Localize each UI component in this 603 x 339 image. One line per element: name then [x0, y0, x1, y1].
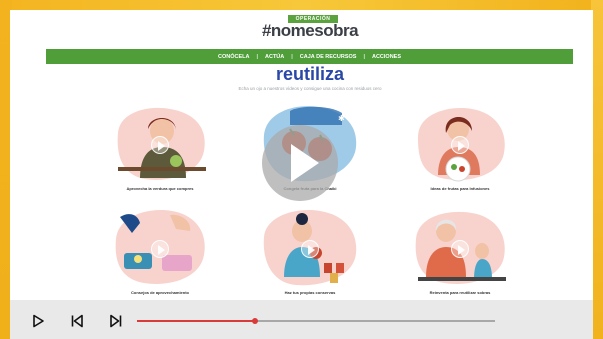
card-play-icon[interactable]	[301, 240, 319, 258]
nav-item-acciones[interactable]: ACCIONES	[372, 54, 401, 60]
card-play-icon[interactable]	[451, 240, 469, 258]
video-frame[interactable]: OPERACIÓN #nomesobra CONÓCELA | ACTÚA | …	[10, 10, 593, 300]
video-play-overlay-button[interactable]	[262, 125, 338, 201]
play-icon[interactable]	[31, 314, 45, 328]
card-caption: Haz tus propias conservas	[284, 290, 336, 295]
page-subtitle: Echa un ojo a nuestros vídeos y consigue…	[238, 86, 382, 91]
card-caption: Aprovecha la verdura que compres	[126, 186, 194, 191]
skip-back-icon[interactable]	[70, 314, 84, 328]
player-control-bar	[10, 300, 593, 339]
nav-separator: |	[363, 53, 365, 60]
video-card[interactable]: Consejos de aprovechamiento	[110, 207, 210, 295]
nav-item-caja-de-recursos[interactable]: CAJA DE RECURSOS	[300, 54, 357, 60]
video-card[interactable]: Reinventa para reutilizar sobras	[410, 207, 510, 295]
card-play-icon[interactable]	[151, 240, 169, 258]
progress-fill	[137, 320, 256, 322]
site-navbar: CONÓCELA | ACTÚA | CAJA DE RECURSOS | AC…	[46, 49, 573, 64]
video-card[interactable]: Aprovecha la verdura que compres	[110, 103, 210, 191]
card-caption: Reinventa para reutilizar sobras	[429, 290, 491, 295]
video-card[interactable]: Ideas de frutas para Infusiones	[410, 103, 510, 191]
progress-knob[interactable]	[252, 318, 259, 324]
svg-text:✱: ✱	[338, 114, 345, 123]
nav-item-actua[interactable]: ACTÚA	[265, 54, 284, 60]
card-caption: Ideas de frutas para Infusiones	[430, 186, 490, 191]
card-caption: Consejos de aprovechamiento	[130, 290, 189, 295]
site-logo: #nomesobra	[261, 21, 359, 40]
nav-separator: |	[256, 53, 258, 60]
page-title: reutiliza	[275, 64, 345, 84]
card-play-icon[interactable]	[151, 136, 169, 154]
video-card[interactable]: Haz tus propias conservas	[260, 207, 360, 295]
nav-item-conocela[interactable]: CONÓCELA	[218, 54, 249, 60]
card-play-icon[interactable]	[451, 136, 469, 154]
skip-forward-icon[interactable]	[109, 314, 123, 328]
nav-separator: |	[291, 53, 293, 60]
progress-track[interactable]	[137, 318, 495, 324]
